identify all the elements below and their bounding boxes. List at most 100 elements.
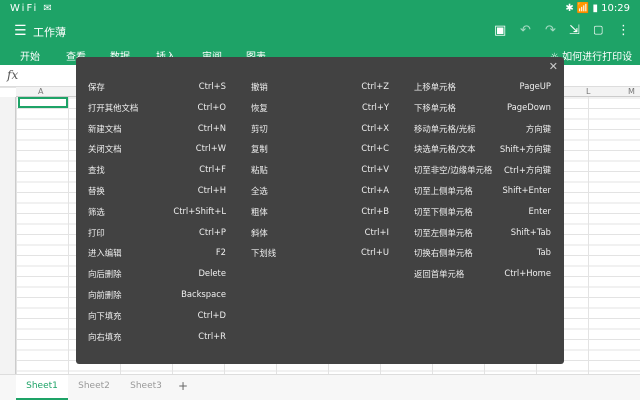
shortcut-key: Ctrl+Y — [361, 101, 389, 112]
shortcut-key: Ctrl+I — [364, 226, 389, 237]
shortcut-key: 方向键 — [525, 123, 551, 134]
redo-icon[interactable]: ↷ — [545, 23, 556, 38]
shortcut-key: Ctrl+C — [361, 143, 389, 154]
shortcut-key: F2 — [215, 247, 226, 258]
shortcut-row: 保存 Ctrl+S — [88, 81, 226, 102]
sheet-tab-1[interactable]: Sheet1 — [16, 375, 68, 400]
document-title: 工作薄 — [33, 26, 66, 39]
sheet-tab-3[interactable]: Sheet3 — [120, 375, 172, 400]
shortcut-row: 切换右侧单元格 Tab — [414, 247, 551, 268]
shortcut-column-3: 上移单元格 PageUP 下移单元格 PageDown 移动单元格/光标 方向键块选单元格… — [414, 81, 551, 289]
shortcut-name: 剪切 — [251, 123, 268, 134]
shortcut-row: 恢复 Ctrl+Y — [251, 102, 389, 123]
shortcut-name: 切至下侧单元格 — [414, 206, 473, 217]
sheet-tabs-bar: Sheet1 Sheet2 Sheet3 + — [0, 374, 640, 400]
shortcut-row: 向后删除 Delete — [88, 268, 226, 289]
shortcut-column-2: 撤销 Ctrl+Z 恢复 Ctrl+Y 剪切 Ctrl+X 复制 Ctrl+C 粘贴 Ctrl+V… — [251, 81, 389, 268]
shortcut-key: Ctrl+A — [361, 184, 389, 195]
shortcut-key: Tab — [536, 247, 551, 258]
shortcut-row: 筛选 Ctrl+Shift+L — [88, 206, 226, 227]
shortcut-row: 斜体 Ctrl+I — [251, 227, 389, 248]
shortcut-key: Ctrl+Z — [361, 81, 389, 91]
shortcut-key: Ctrl+D — [197, 309, 226, 320]
shortcut-row: 移动单元格/光标 方向键 — [414, 123, 551, 144]
export-icon[interactable]: ⇲ — [569, 23, 580, 38]
shortcut-row: 上移单元格 PageUP — [414, 81, 551, 102]
undo-icon[interactable]: ↶ — [520, 23, 531, 38]
save-icon[interactable]: ▣ — [494, 23, 506, 38]
shortcut-help-panel: ✕ 保存 Ctrl+S 打开其他文档 Ctrl+O 新建文档 Ctrl+N 关闭文档 Ctrl… — [76, 57, 564, 364]
shortcut-key: Shift+Tab — [510, 226, 551, 237]
page-count-icon[interactable]: ▢ — [593, 23, 603, 36]
shortcut-key: Ctrl+X — [361, 122, 389, 133]
shortcut-name: 下移单元格 — [414, 102, 456, 113]
close-icon[interactable]: ✕ — [549, 60, 558, 73]
status-right: ✱ 📶 ▮ 10:29 — [565, 3, 630, 14]
shortcut-column-1: 保存 Ctrl+S 打开其他文档 Ctrl+O 新建文档 Ctrl+N 关闭文档 Ctrl+W… — [88, 81, 226, 351]
more-icon[interactable]: ⋮ — [617, 23, 630, 38]
shortcut-name: 切至上侧单元格 — [414, 185, 473, 196]
shortcut-name: 筛选 — [88, 206, 105, 217]
shortcut-name: 查找 — [88, 165, 105, 176]
shortcut-row: 粘贴 Ctrl+V — [251, 164, 389, 185]
shortcut-name: 新建文档 — [88, 123, 122, 134]
shortcut-name: 撤销 — [251, 82, 268, 92]
shortcut-name: 向后删除 — [88, 269, 122, 280]
shortcut-row: 打印 Ctrl+P — [88, 227, 226, 248]
shortcut-name: 复制 — [251, 144, 268, 155]
shortcut-row: 下划线 Ctrl+U — [251, 247, 389, 268]
fx-icon: fx — [7, 68, 19, 82]
shortcut-row: 打开其他文档 Ctrl+O — [88, 102, 226, 123]
shortcut-key: PageUP — [519, 81, 551, 91]
shortcut-row: 关闭文档 Ctrl+W — [88, 143, 226, 164]
shortcut-key: Ctrl+O — [197, 101, 226, 112]
shortcut-name: 全选 — [251, 185, 268, 196]
row-header — [0, 97, 16, 374]
shortcut-row: 切至上侧单元格 Shift+Enter — [414, 185, 551, 206]
menu-icon[interactable]: ☰ — [14, 23, 27, 39]
shortcut-key: Ctrl+Home — [504, 268, 551, 279]
shortcut-row: 查找 Ctrl+F — [88, 164, 226, 185]
shortcut-row: 向前删除 Backspace — [88, 289, 226, 310]
shortcut-row: 返回首单元格 Ctrl+Home — [414, 268, 551, 289]
shortcut-row: 下移单元格 PageDown — [414, 102, 551, 123]
shortcut-name: 上移单元格 — [414, 82, 456, 92]
shortcut-name: 切至非空/边缘单元格 — [414, 165, 493, 176]
shortcut-key: Ctrl+V — [361, 164, 389, 175]
shortcut-name: 移动单元格/光标 — [414, 123, 476, 134]
shortcut-name: 切至左侧单元格 — [414, 227, 473, 238]
sheet-tab-2[interactable]: Sheet2 — [68, 375, 120, 400]
shortcut-key: Ctrl+U — [360, 247, 389, 258]
shortcut-name: 下划线 — [251, 248, 277, 259]
shortcut-key: Backspace — [181, 288, 226, 299]
shortcut-name: 斜体 — [251, 227, 268, 238]
shortcut-row: 替换 Ctrl+H — [88, 185, 226, 206]
shortcut-name: 粗体 — [251, 206, 268, 217]
shortcut-name: 替换 — [88, 185, 105, 196]
column-m-label[interactable]: M — [628, 87, 635, 96]
shortcut-name: 保存 — [88, 82, 105, 92]
shortcut-name: 块选单元格/文本 — [414, 144, 476, 155]
shortcut-row: 撤销 Ctrl+Z — [251, 81, 389, 102]
selected-cell-a1[interactable] — [18, 97, 68, 108]
shortcut-key: Delete — [198, 268, 226, 279]
shortcut-key: Ctrl+W — [195, 143, 226, 154]
shortcut-row: 块选单元格/文本 Shift+方向键 — [414, 143, 551, 164]
shortcut-key: Ctrl+Shift+L — [173, 205, 226, 216]
shortcut-key: Ctrl+R — [198, 330, 226, 341]
shortcut-row: 切至非空/边缘单元格 Ctrl+方向键 — [414, 164, 551, 185]
shortcut-name: 关闭文档 — [88, 144, 122, 155]
shortcut-key: PageDown — [506, 101, 551, 112]
add-sheet-button[interactable]: + — [178, 379, 188, 393]
shortcut-key: Shift+方向键 — [499, 144, 551, 155]
status-bar: WiFi ✉ ✱ 📶 ▮ 10:29 — [0, 0, 640, 18]
shortcut-name: 进入编辑 — [88, 248, 122, 259]
column-a-label[interactable]: A — [38, 87, 43, 96]
shortcut-key: Ctrl+P — [199, 226, 226, 237]
shortcut-row: 切至左侧单元格 Shift+Tab — [414, 227, 551, 248]
shortcut-name: 切换右侧单元格 — [414, 248, 473, 259]
tab-start[interactable]: 开始 — [20, 48, 40, 63]
shortcut-key: Ctrl+F — [199, 164, 226, 175]
column-l-label[interactable]: L — [586, 87, 590, 96]
shortcut-name: 打开其他文档 — [88, 102, 139, 113]
